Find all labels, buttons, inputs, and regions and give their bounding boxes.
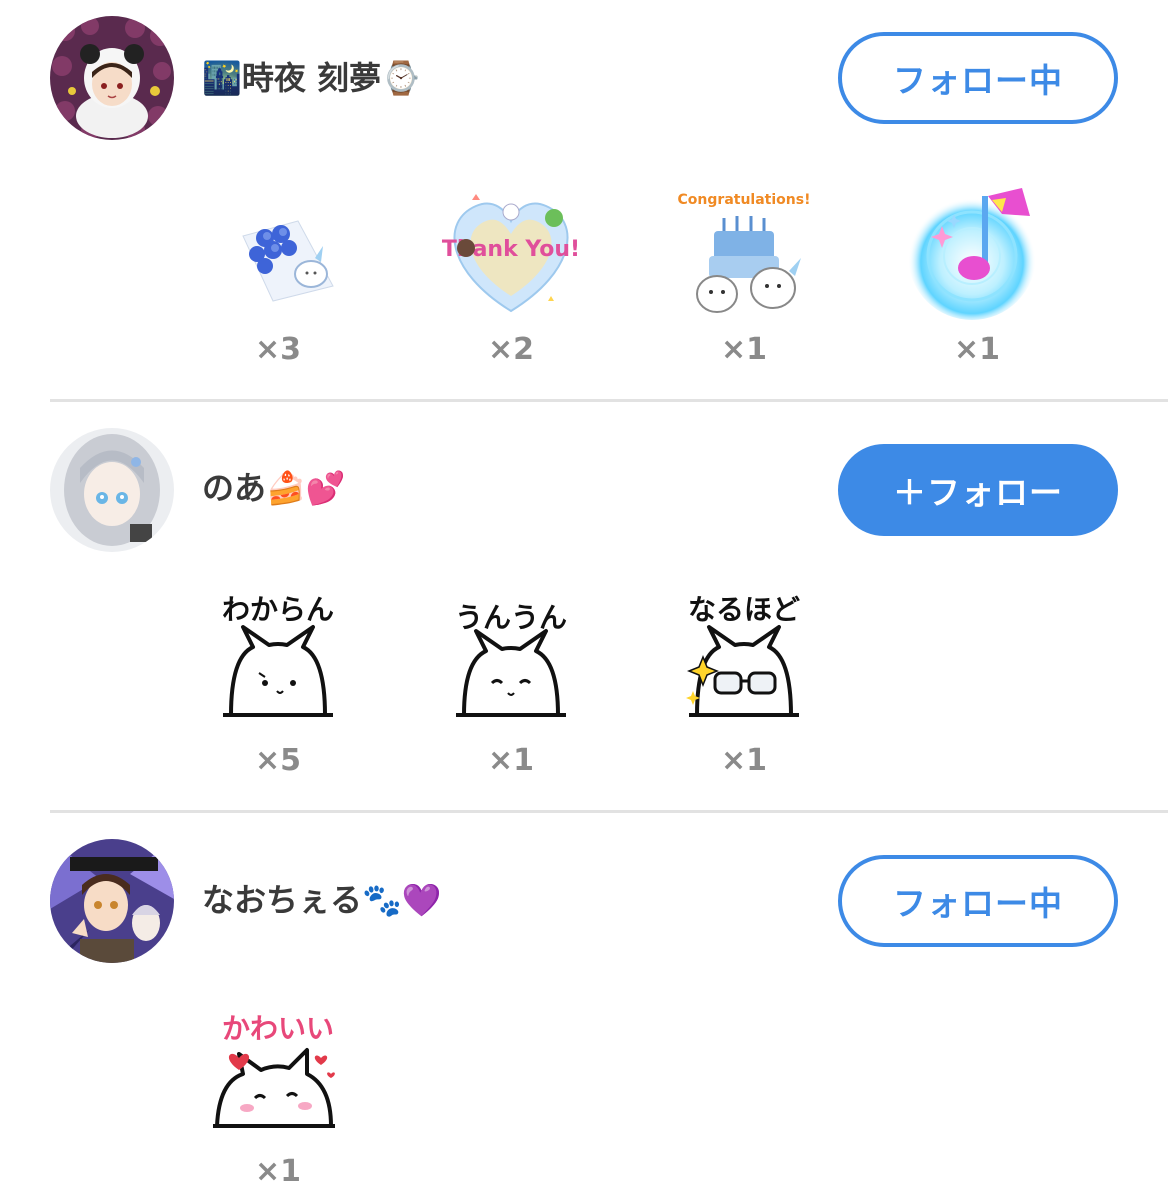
gift-item: うんうん ×1 [436, 587, 586, 779]
divider [50, 399, 1168, 402]
gift-count: ×1 [720, 743, 767, 778]
gift-item: かわいい ×1 [203, 998, 353, 1190]
username[interactable]: なおちぇる🐾💜 [202, 880, 442, 920]
sticker-text: なるほど [688, 593, 800, 626]
gift-count: ×1 [254, 1154, 301, 1189]
follow-button[interactable]: ＋フォロー [838, 444, 1118, 536]
gift-count: ×2 [487, 332, 534, 367]
gift-item: わからん ×5 [203, 587, 353, 779]
divider [50, 810, 1168, 813]
congrats-text: Congratulations! [678, 192, 811, 208]
sticker-text: わからん [222, 593, 334, 626]
thank-you-heart-icon: Thank You! [442, 194, 580, 313]
sticker-text: うんうん [455, 601, 567, 634]
gift-count: ×1 [487, 743, 534, 778]
following-button[interactable]: フォロー中 [838, 855, 1118, 947]
cat-sticker-icon: うんうん [455, 601, 567, 717]
following-button[interactable]: フォロー中 [838, 32, 1118, 124]
gift-item: ×3 [203, 176, 353, 368]
username[interactable]: のあ🍰💕 [202, 468, 346, 508]
music-note-icon [908, 188, 1036, 320]
avatar[interactable] [50, 428, 174, 552]
gift-count: ×3 [254, 332, 301, 367]
sticker-text: かわいい [222, 1012, 334, 1045]
cat-hearts-sticker-icon: かわいい [213, 1012, 335, 1128]
username[interactable]: 🌃時夜 刻夢⌚ [202, 58, 421, 98]
cat-sticker-icon: わからん [222, 593, 334, 717]
avatar[interactable] [50, 839, 174, 963]
gift-item: Thank You! ×2 [436, 176, 586, 368]
congratulations-cake-icon: Congratulations! [678, 192, 811, 313]
gift-count: ×5 [254, 743, 301, 778]
gift-item: Congratulations! ×1 [669, 176, 819, 368]
gift-count: ×1 [720, 332, 767, 367]
gift-item: なるほど ×1 [669, 587, 819, 779]
avatar[interactable] [50, 16, 174, 140]
gift-count: ×1 [953, 332, 1000, 367]
gift-item: ×1 [902, 176, 1052, 368]
cat-glasses-sticker-icon: なるほど [686, 593, 800, 717]
blue-bouquet-icon [242, 220, 334, 302]
